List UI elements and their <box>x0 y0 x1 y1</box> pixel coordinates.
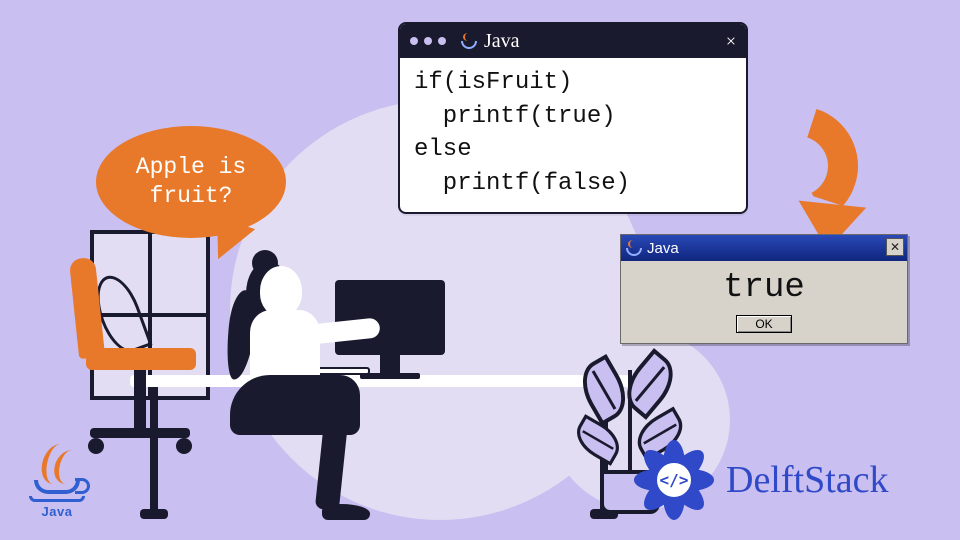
desk-leg <box>150 387 158 517</box>
delftstack-label: DelftStack <box>726 458 889 502</box>
java-logo-label: Java <box>42 504 73 519</box>
dialog-button-row: OK <box>621 311 907 343</box>
ok-button[interactable]: OK <box>736 315 791 333</box>
code-window: Java × if(isFruit) printf(true) else pri… <box>398 22 748 214</box>
speech-text: Apple is fruit? <box>136 153 246 211</box>
delftstack-emblem-icon: </> <box>632 438 716 522</box>
code-window-titlebar: Java × <box>400 24 746 58</box>
java-icon <box>625 240 641 256</box>
chair-seat <box>86 348 196 370</box>
result-dialog: Java ✕ true OK <box>620 234 908 344</box>
torso <box>250 310 320 385</box>
chair-post <box>134 370 146 430</box>
dialog-title: Java <box>647 240 679 257</box>
java-steam-icon <box>38 444 75 484</box>
code-window-body: if(isFruit) printf(true) else printf(fal… <box>400 58 746 212</box>
foot <box>322 504 370 520</box>
code-icon: </> <box>660 471 689 490</box>
arrow-icon <box>738 106 858 246</box>
delftstack-logo: </> DelftStack <box>632 438 889 522</box>
person-illustration <box>190 260 390 520</box>
plant-leaf-icon <box>569 414 627 466</box>
chair-wheel <box>176 438 192 454</box>
dialog-titlebar: Java ✕ <box>621 235 907 261</box>
speech-bubble: Apple is fruit? <box>96 126 286 238</box>
close-icon[interactable]: × <box>726 32 736 50</box>
window-traffic-lights-icon <box>410 37 446 45</box>
java-cup-icon <box>34 480 80 494</box>
java-icon <box>460 33 476 49</box>
code-window-title: Java <box>484 30 520 53</box>
dialog-message: true <box>621 261 907 311</box>
head <box>260 266 302 316</box>
java-logo: Java <box>22 444 92 530</box>
chair-base <box>90 428 190 438</box>
java-saucer-icon <box>29 496 85 502</box>
close-icon[interactable]: ✕ <box>886 238 904 256</box>
